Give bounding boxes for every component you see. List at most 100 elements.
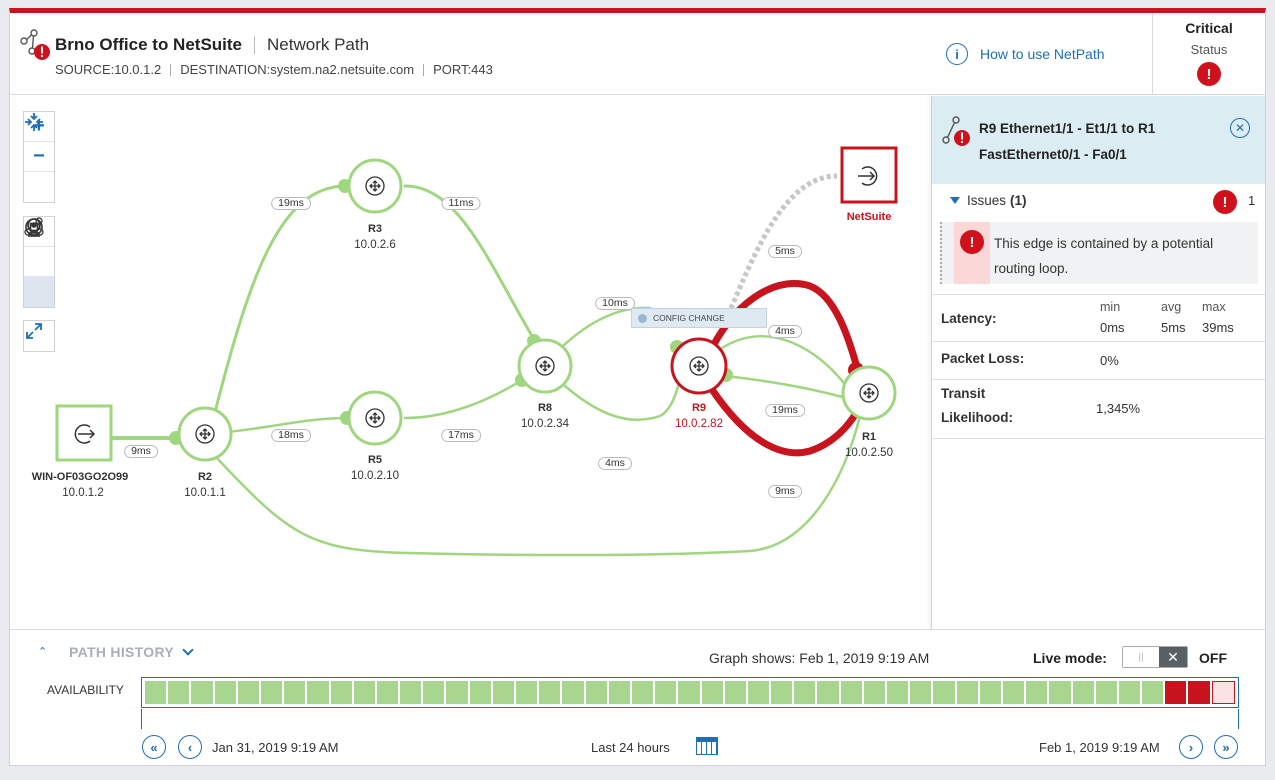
latency-r5-r8[interactable]: 17ms — [441, 429, 481, 442]
latency-r2-r3[interactable]: 19ms — [271, 197, 311, 210]
availability-cell[interactable] — [1165, 681, 1187, 704]
latency-r8-r9[interactable]: 10ms — [595, 297, 635, 310]
availability-cell[interactable] — [539, 681, 561, 704]
availability-cell[interactable] — [840, 681, 862, 704]
issues-label: Issues — [967, 193, 1007, 208]
node-r9-name[interactable]: R9 — [692, 402, 706, 414]
config-change-tag[interactable]: CONFIG CHANGE — [631, 308, 767, 328]
availability-cell[interactable] — [168, 681, 190, 704]
availability-cell[interactable] — [1211, 681, 1235, 704]
availability-cell[interactable] — [1095, 681, 1117, 704]
collapse-history-icon[interactable]: ⌃ — [38, 645, 47, 658]
previous-button[interactable]: ‹ — [178, 735, 202, 759]
latency-r2-r5[interactable]: 18ms — [271, 429, 311, 442]
fit-to-screen-button[interactable] — [24, 113, 54, 202]
help-link-label: How to use NetPath — [980, 46, 1105, 62]
calendar-icon[interactable] — [696, 737, 718, 755]
close-panel-button[interactable]: ✕ — [1230, 118, 1250, 138]
issue-item: ! This edge is contained by a potential … — [940, 222, 1258, 284]
availability-cell[interactable] — [214, 681, 236, 704]
latency-r9-r1-low[interactable]: 19ms — [765, 404, 805, 417]
availability-cell[interactable] — [516, 681, 538, 704]
availability-cell[interactable] — [400, 681, 422, 704]
status-level: Critical — [1185, 20, 1233, 36]
availability-cell[interactable] — [655, 681, 677, 704]
availability-cell[interactable] — [237, 681, 259, 704]
node-r1-name[interactable]: R1 — [862, 431, 876, 443]
availability-cell[interactable] — [284, 681, 306, 704]
availability-cell[interactable] — [631, 681, 654, 704]
node-view-button[interactable] — [24, 218, 54, 277]
node-r2-name[interactable]: R2 — [198, 471, 212, 483]
availability-cell[interactable] — [956, 681, 978, 704]
live-mode-toggle[interactable]: || ✕ — [1122, 646, 1188, 668]
issues-toggle[interactable]: Issues (1) — [950, 193, 1027, 208]
path-canvas — [55, 146, 898, 557]
jump-start-button[interactable]: « — [142, 735, 166, 759]
network-path-graph[interactable]: + − WIN-OF03GO2O99 10.0.1.2 R2 10.0.1.1 … — [10, 96, 922, 629]
availability-cell[interactable] — [1118, 681, 1141, 704]
path-history-toggle[interactable]: PATH HISTORY — [69, 643, 194, 660]
availability-cell[interactable] — [979, 681, 1001, 704]
availability-cell[interactable] — [887, 681, 909, 704]
availability-cell[interactable] — [933, 681, 955, 704]
availability-cell[interactable] — [423, 681, 445, 704]
availability-cell[interactable] — [863, 681, 885, 704]
availability-cell[interactable] — [1002, 681, 1025, 704]
latency-r9-r1-top[interactable]: 5ms — [768, 245, 802, 258]
help-link[interactable]: i How to use NetPath — [946, 43, 1105, 65]
live-mode-label: Live mode: — [1033, 650, 1107, 666]
availability-cell[interactable] — [1188, 681, 1210, 704]
availability-cell[interactable] — [794, 681, 816, 704]
availability-cell[interactable] — [817, 681, 839, 704]
availability-cell[interactable] — [771, 681, 793, 704]
availability-cell[interactable] — [191, 681, 213, 704]
availability-cell[interactable] — [353, 681, 375, 704]
packet-loss-label: Packet Loss: — [941, 351, 1025, 366]
latency-r8-r1[interactable]: 4ms — [598, 457, 632, 470]
latency-r9-r1-mid[interactable]: 4ms — [768, 325, 802, 338]
availability-cell[interactable] — [678, 681, 700, 704]
availability-cell[interactable] — [608, 681, 630, 704]
availability-cell[interactable] — [1049, 681, 1071, 704]
node-dest-name[interactable]: NetSuite — [847, 211, 892, 223]
next-button[interactable]: › — [1179, 735, 1203, 759]
layer-view-button[interactable] — [24, 218, 54, 307]
availability-bar[interactable] — [141, 677, 1239, 708]
availability-cell[interactable] — [307, 681, 329, 704]
node-r8-name[interactable]: R8 — [538, 402, 552, 414]
zoom-out-button[interactable]: − — [24, 142, 54, 172]
latency-row: Latency: min avg max 0ms 5ms 39ms — [932, 294, 1265, 341]
path-meta: SOURCE:10.0.1.2 DESTINATION:system.na2.n… — [55, 62, 493, 77]
latency-src-r2[interactable]: 9ms — [124, 445, 158, 458]
availability-cell[interactable] — [492, 681, 514, 704]
zoom-toolbar: + − — [23, 111, 55, 203]
availability-cell[interactable] — [724, 681, 746, 704]
availability-cell[interactable] — [446, 681, 468, 704]
latency-max-head: max — [1202, 300, 1226, 314]
latency-r2-r1[interactable]: 9ms — [768, 485, 802, 498]
availability-cell[interactable] — [562, 681, 584, 704]
availability-timeline[interactable] — [141, 709, 1239, 729]
fullscreen-button[interactable] — [24, 321, 54, 351]
availability-label: AVAILABILITY — [47, 683, 124, 697]
availability-cell[interactable] — [585, 681, 607, 704]
latency-r3-r8[interactable]: 11ms — [441, 197, 481, 210]
availability-cell[interactable] — [747, 681, 770, 704]
availability-cell[interactable] — [1142, 681, 1164, 704]
layer-stack-icon — [27, 218, 41, 237]
availability-cell[interactable] — [376, 681, 399, 704]
packet-loss-value: 0% — [1100, 353, 1119, 368]
availability-cell[interactable] — [330, 681, 352, 704]
availability-cell[interactable] — [1072, 681, 1094, 704]
jump-end-button[interactable]: » — [1214, 735, 1238, 759]
availability-cell[interactable] — [1026, 681, 1048, 704]
node-r5-name[interactable]: R5 — [368, 454, 382, 466]
availability-cell[interactable] — [910, 681, 932, 704]
availability-cell[interactable] — [469, 681, 491, 704]
time-range[interactable]: Last 24 hours — [591, 740, 670, 755]
node-r3-name[interactable]: R3 — [368, 223, 382, 235]
availability-cell[interactable] — [145, 681, 167, 704]
availability-cell[interactable] — [701, 681, 723, 704]
availability-cell[interactable] — [260, 681, 283, 704]
